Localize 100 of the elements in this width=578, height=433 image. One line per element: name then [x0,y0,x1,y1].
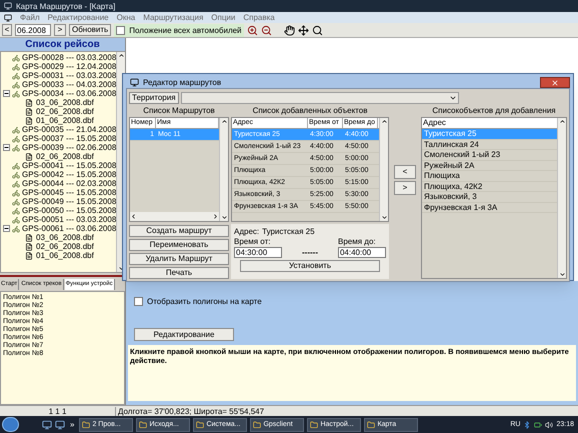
zoom-out-icon[interactable] [260,24,272,36]
dash-separator: ------ [302,248,318,257]
trip-item[interactable]: GPS-00041 --- 15.05.2008 [22,161,116,170]
time-from-field[interactable]: 04:30:00 [234,247,282,258]
list-item[interactable]: Плющиха [422,171,557,182]
scroll-left-icon[interactable] [130,213,137,220]
route-action-button[interactable]: Создать маршрут [129,225,229,237]
time-to-field[interactable]: 04:40:00 [338,247,386,258]
tree-expander[interactable] [3,90,10,97]
scrollbar[interactable] [219,118,228,221]
hand-icon[interactable] [284,24,295,36]
bluetooth-icon[interactable] [523,420,532,428]
trip-item[interactable]: GPS-00029 --- 12.04.2008 [22,62,116,71]
scrollbar[interactable] [379,118,388,221]
app-icon [4,2,12,10]
list-item[interactable]: Ружейный 2А [422,160,557,171]
menu-item[interactable]: Редактирование [48,13,109,22]
set-button[interactable]: Установить [240,260,380,272]
trip-item[interactable]: GPS-00042 --- 15.05.2008 [22,170,116,179]
track-file-item[interactable]: 03_06_2008.dbf [36,233,94,242]
menu-item[interactable]: Справка [243,13,275,22]
tree-expander[interactable] [3,225,10,232]
column-header[interactable]: Адрес [422,118,557,129]
menu-item[interactable]: Маршрутизация [143,13,204,22]
edit-button[interactable]: Редактирование [134,328,234,341]
trip-item[interactable]: GPS-00035 --- 21.04.2008 [22,125,116,134]
trip-item[interactable]: GPS-00044 --- 02.03.2008 [22,179,116,188]
time-from-label: Время от: [234,237,270,246]
previous-button[interactable]: < [2,24,12,36]
date-field[interactable]: 06.2008 [15,24,51,36]
trip-item[interactable]: GPS-00061 --- 03.06.2008 [22,224,116,233]
scroll-up-icon[interactable] [118,52,125,59]
overflow-chevron[interactable]: » [68,420,76,429]
window-title: Карта Маршрутов - [Карта] [16,2,116,10]
trip-item[interactable]: GPS-00037 --- 15.05.2008 [22,134,116,143]
scroll-up-icon[interactable] [558,118,566,125]
menu-item[interactable]: Опции [211,13,236,22]
refresh-button[interactable]: Обновить [69,24,112,36]
scroll-right-icon[interactable] [212,213,219,220]
route-action-button[interactable]: Печать [129,267,229,279]
scrollbar[interactable] [557,118,566,278]
folder-icon [253,420,262,428]
route-action-button[interactable]: Переименовать [129,239,229,251]
track-file-item[interactable]: 01_06_2008.dbf [36,116,94,125]
panel-title: Список добавленных объектов [252,107,368,115]
battery-icon[interactable] [534,420,542,428]
list-item[interactable]: Таллинская 24 [422,140,557,150]
trip-item[interactable]: GPS-00039 --- 02.06.2008 [22,143,116,152]
trip-item[interactable]: GPS-00028 --- 03.03.2008 [22,53,116,62]
panel-title: Списокобъектов для добавления [431,107,557,115]
close-button[interactable] [540,77,570,88]
all-vehicles-checkbox[interactable] [116,26,126,34]
close-icon [551,78,559,86]
scroll-up-icon[interactable] [220,118,228,125]
scroll-down-icon[interactable] [558,271,566,278]
trip-item[interactable]: GPS-00051 --- 03.03.2008 [22,215,116,224]
folder-icon [310,420,318,428]
folder-icon [82,420,90,428]
menu-item[interactable]: Окна [116,13,136,22]
track-file-item[interactable]: 02_06_2008.dbf [36,107,94,116]
address-value: Туристская 25 [262,227,315,236]
trip-item[interactable]: GPS-00033 --- 04.03.2008 [22,80,116,89]
track-file-item[interactable]: 02_06_2008.dbf [36,152,94,161]
show-polygons-checkbox[interactable] [134,297,143,306]
trip-item[interactable]: GPS-00050 --- 15.05.2008 [22,206,116,215]
horizontal-scrollbar[interactable] [130,212,219,221]
scroll-down-icon[interactable] [380,214,388,221]
route-action-button[interactable]: Удалить Маршрут [129,253,229,265]
list-item[interactable]: Языковский, 3 [422,192,557,202]
dialog-title: Редактор маршрутов [143,78,222,87]
list-item[interactable]: Смоленский 1-ый 23 [422,150,557,160]
move-button[interactable]: < [394,165,416,179]
trips-header: Список рейсов [0,38,125,51]
trip-item[interactable]: GPS-00031 --- 03.03.2008 [22,71,116,80]
territory-button[interactable]: Территория [129,92,179,104]
move-icon[interactable] [298,24,309,36]
volume-icon[interactable] [545,420,554,428]
list-item[interactable]: Плющиха, 42К2 [422,182,557,192]
menu-item[interactable]: Файл [20,13,40,22]
zoom-in-icon[interactable] [246,24,258,36]
trip-item[interactable]: GPS-00049 --- 15.05.2008 [22,197,116,206]
track-file-item[interactable]: 01_06_2008.dbf [36,251,94,260]
trip-item[interactable]: GPS-00045 --- 15.05.2008 [22,188,116,197]
track-file-item[interactable]: 03_06_2008.dbf [36,98,94,107]
folder-icon [196,420,204,428]
scroll-down-icon[interactable] [220,214,228,221]
time-to-label: Время до: [338,237,377,246]
list-item[interactable]: Фрунзевская 1-я 3А [422,202,557,213]
move-button[interactable]: > [394,181,416,195]
checkbox-label: Отобразить полигоны на карте [147,297,262,306]
next-button[interactable]: > [54,24,66,36]
tree-expander[interactable] [3,144,10,151]
checkbox-label: Положение всех автомобилей [129,26,242,34]
trip-item[interactable]: GPS-00034 --- 03.06.2008 [22,89,116,98]
folder-icon [367,420,376,428]
search-icon[interactable] [312,24,323,36]
scroll-up-icon[interactable] [380,118,388,125]
folder-icon [139,420,148,428]
file-icon [25,152,33,160]
track-file-item[interactable]: 02_06_2008.dbf [36,242,94,251]
